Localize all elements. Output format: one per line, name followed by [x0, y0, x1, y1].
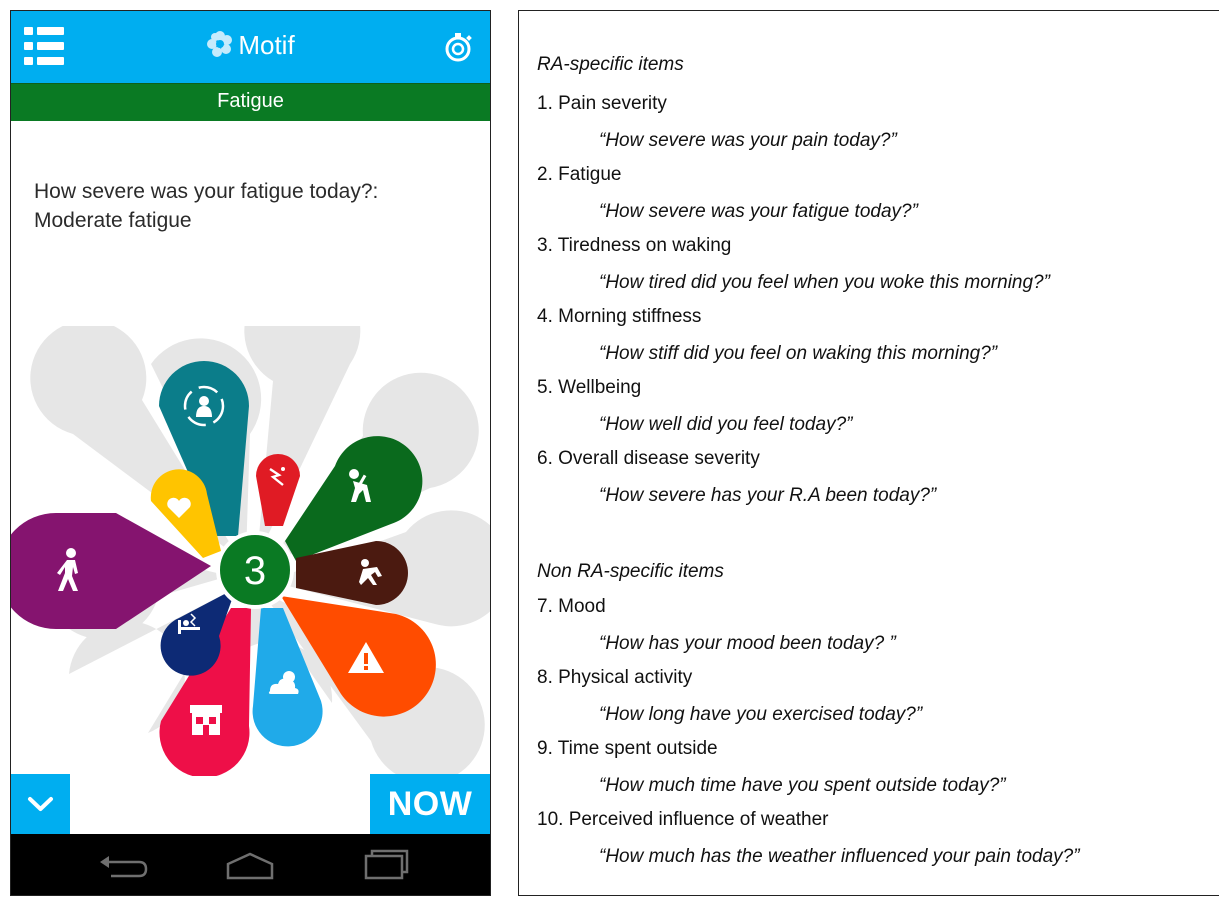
- flower-logo-icon: [207, 31, 233, 57]
- center-score-value: 3: [244, 549, 266, 593]
- non-ra-heading: Non RA-specific items: [537, 561, 724, 582]
- list-item-question: “How long have you exercised today?”: [599, 704, 923, 725]
- home-icon[interactable]: [220, 846, 280, 882]
- list-item: 8. Physical activity: [537, 667, 693, 688]
- list-item: 4. Morning stiffness: [537, 306, 702, 327]
- list-item-question: “How much time have you spent outside to…: [599, 775, 1006, 796]
- list-item-question: “How tired did you feel when you woke th…: [599, 272, 1050, 293]
- timer-icon[interactable]: [442, 31, 474, 63]
- symptom-flower: 3: [11, 326, 490, 776]
- phone-screen: Motif Fatigue How severe was your fatigu…: [10, 10, 491, 896]
- list-item-question: “How stiff did you feel on waking this m…: [599, 343, 998, 364]
- recents-icon[interactable]: [354, 846, 414, 882]
- list-item: 9. Time spent outside: [537, 738, 718, 759]
- list-item-question: “How much has the weather influenced you…: [599, 846, 1080, 867]
- list-item-question: “How well did you feel today?”: [599, 414, 853, 435]
- collapse-button[interactable]: [11, 774, 70, 834]
- back-icon[interactable]: [91, 846, 151, 882]
- list-item-question: “How severe was your fatigue today?”: [599, 201, 918, 222]
- list-item-question: “How severe has your R.A been today?”: [599, 485, 937, 506]
- system-nav-bar: [11, 834, 490, 895]
- list-item: 2. Fatigue: [537, 164, 622, 185]
- question-label: How severe was your fatigue today?:: [34, 180, 379, 203]
- list-item-question: “How severe was your pain today?”: [599, 130, 897, 151]
- section-title: Fatigue: [217, 90, 284, 112]
- app-bar: Motif: [11, 11, 490, 83]
- list-item: 7. Mood: [537, 596, 606, 617]
- answer-label: Moderate fatigue: [34, 209, 192, 232]
- list-item: 3. Tiredness on waking: [537, 235, 732, 256]
- question-text: How severe was your fatigue today?: Mode…: [34, 177, 474, 235]
- house-icon: [190, 705, 222, 735]
- list-item-question: “How has your mood been today? ”: [599, 633, 896, 654]
- app-title-container: Motif: [11, 30, 490, 61]
- list-item: 10. Perceived influence of weather: [537, 809, 829, 830]
- list-item: 1. Pain severity: [537, 93, 667, 114]
- chevron-down-icon: [28, 797, 53, 811]
- section-bar: Fatigue: [11, 83, 490, 121]
- now-button[interactable]: NOW: [370, 774, 490, 834]
- app-title: Motif: [238, 30, 295, 60]
- questionnaire-panel: RA-specific items 1. Pain severity “How …: [518, 10, 1219, 896]
- ra-heading: RA-specific items: [537, 54, 684, 75]
- list-item: 5. Wellbeing: [537, 377, 642, 398]
- list-item: 6. Overall disease severity: [537, 448, 760, 469]
